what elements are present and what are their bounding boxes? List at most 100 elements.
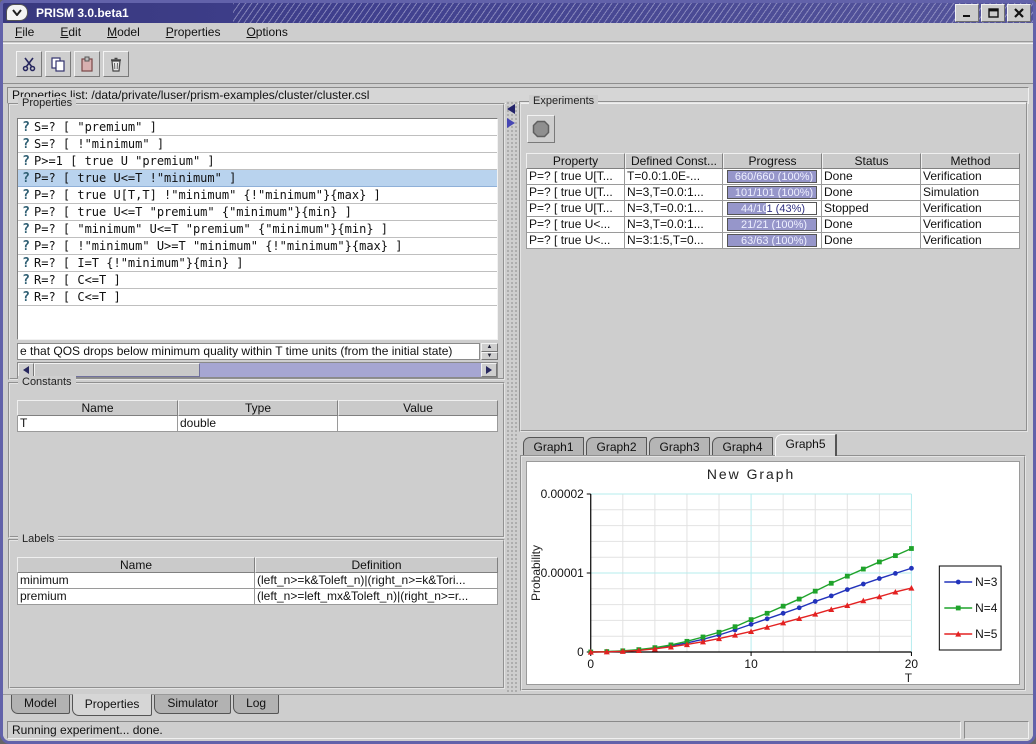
- property-row[interactable]: ?P=? [ true U<=T !"minimum" ]: [18, 170, 497, 187]
- copy-button[interactable]: [45, 51, 71, 77]
- column-header[interactable]: Method: [921, 153, 1020, 169]
- scrollbar-thumb[interactable]: [34, 363, 200, 377]
- comment-hscrollbar[interactable]: [17, 362, 498, 378]
- progress-fill: 44/101 (43%): [728, 203, 766, 214]
- property-row[interactable]: ?R=? [ C<=T ]: [18, 289, 497, 306]
- tab-simulator[interactable]: Simulator: [154, 695, 231, 714]
- labels-group: Labels NameDefinitionminimum(left_n>=k&T…: [8, 539, 505, 689]
- property-row[interactable]: ?R=? [ C<=T ]: [18, 272, 497, 289]
- svg-text:New Graph: New Graph: [707, 466, 795, 482]
- titlebar[interactable]: PRISM 3.0.beta1: [3, 3, 1033, 23]
- table-header: NameDefinition: [17, 557, 498, 573]
- svg-text:20: 20: [905, 657, 919, 671]
- maximize-button[interactable]: [981, 4, 1005, 22]
- menubar: File Edit Model Properties Options: [3, 23, 1033, 42]
- legend: N=3N=4N=5: [939, 566, 1001, 650]
- property-row[interactable]: ?P=? [ true U[T,T] !"minimum" {!"minimum…: [18, 187, 497, 204]
- column-header: Name: [17, 400, 178, 416]
- scroll-right-button[interactable]: [481, 363, 497, 377]
- property-row[interactable]: ?P>=1 [ true U "premium" ]: [18, 153, 497, 170]
- table-cell: double: [178, 416, 338, 432]
- question-icon: ?: [18, 256, 34, 271]
- constants-group-title: Constants: [18, 376, 76, 388]
- property-row[interactable]: ?S=? [ "premium" ]: [18, 119, 497, 136]
- experiment-row[interactable]: P=? [ true U[T...N=3,T=0.0:1...44/101 (4…: [526, 201, 1020, 217]
- property-cell: P=? [ true U<...: [526, 217, 625, 233]
- column-header[interactable]: Defined Const...: [625, 153, 723, 169]
- table-cell: T: [17, 416, 178, 432]
- progress-bar: 63/63 (100%)63/63 (100%): [727, 234, 817, 247]
- triangle-up-icon: ▲: [487, 345, 493, 349]
- svg-text:N=4: N=4: [975, 601, 998, 615]
- progress-cell: 44/101 (43%)44/101 (43%): [723, 201, 822, 217]
- tab-graph5[interactable]: Graph5: [775, 434, 836, 456]
- collapse-right-button[interactable]: [507, 118, 517, 130]
- column-header[interactable]: Status: [822, 153, 921, 169]
- svg-text:10: 10: [744, 657, 758, 671]
- graph-area: Graph1Graph2Graph3Graph4Graph5 00.000010…: [519, 434, 1028, 693]
- table-row[interactable]: minimum(left_n>=k&Toleft_n)|(right_n>=k&…: [17, 573, 498, 589]
- graph-panel: 00.000010.0000201020New GraphProbability…: [520, 455, 1026, 691]
- status-message: Running experiment... done.: [7, 721, 961, 739]
- property-row[interactable]: ?P=? [ true U<=T "premium" {"minimum"}{m…: [18, 204, 497, 221]
- minimize-button[interactable]: [955, 4, 979, 22]
- table-header: NameTypeValue: [17, 400, 498, 416]
- constants-table: NameTypeValueTdouble: [17, 400, 498, 432]
- property-comment-field[interactable]: e that QOS drops below minimum quality w…: [17, 343, 480, 360]
- window-menu-button[interactable]: [6, 4, 28, 21]
- experiment-row[interactable]: P=? [ true U[T...N=3,T=0.0:1...101/101 (…: [526, 185, 1020, 201]
- tab-graph2[interactable]: Graph2: [586, 437, 647, 456]
- method-cell: Verification: [921, 201, 1020, 217]
- table-row[interactable]: Tdouble: [17, 416, 498, 432]
- method-cell: Verification: [921, 217, 1020, 233]
- experiment-row[interactable]: P=? [ true U[T...T=0.0:1.0E-...660/660 (…: [526, 169, 1020, 185]
- collapse-left-button[interactable]: [507, 104, 517, 116]
- delete-button[interactable]: [103, 51, 129, 77]
- menu-edit[interactable]: Edit: [60, 25, 81, 39]
- paste-button[interactable]: [74, 51, 100, 77]
- spinner-down-button[interactable]: ▼: [481, 352, 498, 361]
- comment-spinner: ▲ ▼: [481, 343, 498, 360]
- stop-experiment-button[interactable]: [527, 115, 555, 143]
- progress-cell: 660/660 (100%)660/660 (100%): [723, 169, 822, 185]
- svg-text:0: 0: [587, 657, 594, 671]
- property-row[interactable]: ?R=? [ I=T {!"minimum"}{min} ]: [18, 255, 497, 272]
- spinner-up-button[interactable]: ▲: [481, 343, 498, 352]
- property-row[interactable]: ?P=? [ !"minimum" U>=T "minimum" {!"mini…: [18, 238, 497, 255]
- paste-icon: [79, 56, 95, 72]
- tab-graph3[interactable]: Graph3: [649, 437, 710, 456]
- menu-file[interactable]: File: [15, 25, 34, 39]
- status-cell: Done: [822, 217, 921, 233]
- close-button[interactable]: [1007, 4, 1031, 22]
- property-row[interactable]: ?P=? [ "minimum" U<=T "premium" {"minimu…: [18, 221, 497, 238]
- tab-log[interactable]: Log: [233, 695, 279, 714]
- status-cell: Done: [822, 169, 921, 185]
- column-header[interactable]: Progress: [723, 153, 822, 169]
- progress-fill: 660/660 (100%): [728, 171, 816, 182]
- menu-model[interactable]: Model: [107, 25, 140, 39]
- svg-text:N=3: N=3: [975, 575, 998, 589]
- experiment-row[interactable]: P=? [ true U<...N=3,T=0.0:1...21/21 (100…: [526, 217, 1020, 233]
- svg-text:0: 0: [577, 645, 584, 659]
- property-row[interactable]: ?S=? [ !"minimum" ]: [18, 136, 497, 153]
- progress-cell: 101/101 (100%)101/101 (100%): [723, 185, 822, 201]
- scroll-left-button[interactable]: [18, 363, 34, 377]
- menu-options[interactable]: Options: [246, 25, 287, 39]
- svg-text:0.00002: 0.00002: [541, 487, 585, 501]
- cut-button[interactable]: [16, 51, 42, 77]
- tab-properties[interactable]: Properties: [72, 694, 153, 716]
- experiment-row[interactable]: P=? [ true U<...N=3:1:5,T=0...63/63 (100…: [526, 233, 1020, 249]
- menu-properties[interactable]: Properties: [166, 25, 221, 39]
- triangle-right-icon: [507, 118, 515, 128]
- triangle-right-icon: [486, 366, 492, 374]
- property-cell: P=? [ true U[T...: [526, 185, 625, 201]
- trash-icon: [108, 56, 124, 72]
- progress-cell: 63/63 (100%)63/63 (100%): [723, 233, 822, 249]
- split-divider[interactable]: [506, 101, 518, 693]
- tab-graph4[interactable]: Graph4: [712, 437, 773, 456]
- table-row[interactable]: premium(left_n>=left_mx&Toleft_n)|(right…: [17, 589, 498, 605]
- tab-model[interactable]: Model: [11, 695, 70, 714]
- tab-graph1[interactable]: Graph1: [523, 437, 584, 456]
- progress-bar: 21/21 (100%)21/21 (100%): [727, 218, 817, 231]
- column-header[interactable]: Property: [526, 153, 625, 169]
